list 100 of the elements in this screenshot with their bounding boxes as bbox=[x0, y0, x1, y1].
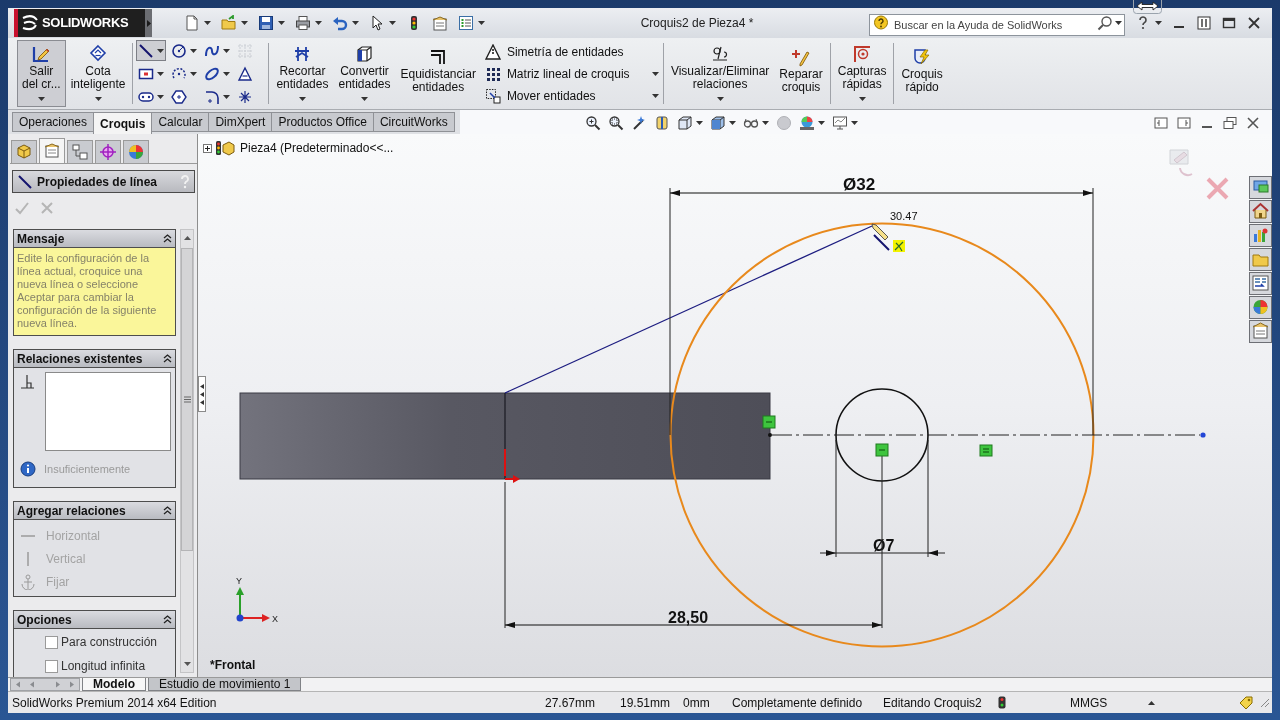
clipboard-icon[interactable] bbox=[1249, 320, 1272, 343]
zoom-area-icon[interactable] bbox=[608, 115, 624, 131]
caret-icon[interactable] bbox=[1115, 21, 1122, 25]
restore-icon[interactable] bbox=[1223, 116, 1237, 130]
caret-icon[interactable] bbox=[223, 94, 231, 99]
caret-icon[interactable] bbox=[651, 93, 659, 98]
caret-icon[interactable] bbox=[818, 121, 825, 125]
caret-icon[interactable] bbox=[94, 97, 102, 101]
caret-icon[interactable] bbox=[762, 121, 769, 125]
caret-icon[interactable] bbox=[696, 121, 703, 125]
ribbon-button[interactable]: Matriz lineal de croquis bbox=[480, 62, 661, 85]
save-icon[interactable] bbox=[258, 15, 274, 31]
tab[interactable]: Productos Office bbox=[271, 112, 374, 132]
folder-icon[interactable] bbox=[1249, 248, 1272, 271]
tile-icon[interactable] bbox=[1196, 15, 1212, 31]
caret-up-icon[interactable] bbox=[1148, 700, 1155, 705]
ribbon-button[interactable]: Capturas rápidas bbox=[832, 40, 892, 107]
chart-icon[interactable] bbox=[1249, 224, 1272, 247]
caret-icon[interactable] bbox=[298, 97, 306, 101]
chevron-up-icon[interactable] bbox=[163, 615, 172, 624]
pointer-icon[interactable] bbox=[369, 15, 385, 31]
caret-icon[interactable] bbox=[190, 48, 198, 53]
collapse-handle[interactable] bbox=[198, 376, 206, 412]
ribbon-button[interactable]: Mover entidades bbox=[480, 84, 661, 107]
triangle-icon[interactable] bbox=[484, 43, 501, 60]
tab[interactable]: Modelo bbox=[82, 678, 146, 691]
document-list-icon[interactable] bbox=[432, 15, 448, 31]
caret-icon[interactable] bbox=[157, 71, 165, 76]
ribbon-button[interactable]: Equidistanciar entidades bbox=[395, 40, 481, 107]
caret-icon[interactable] bbox=[478, 21, 485, 25]
ribbon-button[interactable]: Convertir entidades bbox=[333, 40, 396, 107]
hexagon-icon[interactable] bbox=[171, 88, 188, 105]
caret-icon[interactable] bbox=[278, 21, 285, 25]
home-icon[interactable] bbox=[1249, 200, 1272, 223]
caret-icon[interactable] bbox=[716, 97, 724, 101]
tab[interactable]: Croquis bbox=[93, 112, 153, 134]
ribbon-button[interactable]: Reparar croquis bbox=[774, 40, 828, 107]
search-icon[interactable] bbox=[1097, 15, 1113, 31]
split-view-icon[interactable] bbox=[1177, 116, 1191, 130]
cylinder-icon[interactable] bbox=[654, 115, 670, 131]
lightning-icon[interactable] bbox=[912, 47, 933, 67]
split-view-icon[interactable] bbox=[1154, 116, 1168, 130]
checkbox[interactable] bbox=[45, 659, 58, 673]
caret-icon[interactable] bbox=[352, 21, 359, 25]
cube-icon[interactable] bbox=[677, 115, 693, 131]
document-icon[interactable] bbox=[184, 15, 200, 31]
relations-list[interactable] bbox=[45, 372, 171, 451]
close-icon[interactable] bbox=[1246, 15, 1262, 31]
tree-item[interactable]: Pieza4 (Predeterminado<<... bbox=[240, 139, 394, 157]
chevron-up-icon[interactable] bbox=[163, 234, 172, 243]
group-header[interactable]: Agregar relaciones bbox=[14, 502, 175, 520]
caret-icon[interactable] bbox=[241, 21, 248, 25]
caret-icon[interactable] bbox=[1155, 21, 1162, 25]
caret-icon[interactable] bbox=[389, 21, 396, 25]
caret-icon[interactable] bbox=[360, 97, 368, 101]
target-icon[interactable] bbox=[852, 44, 873, 64]
tab[interactable]: DimXpert bbox=[208, 112, 273, 132]
tab[interactable]: Operaciones bbox=[12, 112, 95, 132]
ribbon-button[interactable]: Visualizar/Eliminar relaciones bbox=[665, 40, 775, 107]
caret-icon[interactable] bbox=[315, 21, 322, 25]
printer-icon[interactable] bbox=[295, 15, 311, 31]
checkbox[interactable] bbox=[45, 635, 58, 649]
caret-icon[interactable] bbox=[37, 97, 45, 101]
ribbon-button[interactable]: Salir del cr... bbox=[17, 40, 66, 107]
line-icon[interactable] bbox=[138, 42, 155, 59]
caret-icon[interactable] bbox=[190, 71, 198, 76]
checklist-icon[interactable] bbox=[458, 15, 474, 31]
group-header[interactable]: Relaciones existentes bbox=[14, 350, 175, 368]
sphere-icon[interactable] bbox=[799, 115, 815, 131]
caret-icon[interactable] bbox=[204, 21, 211, 25]
undo-icon[interactable] bbox=[332, 15, 348, 31]
asterisk-icon[interactable] bbox=[237, 88, 254, 105]
scrollbar-thumb[interactable] bbox=[181, 248, 193, 551]
search-field[interactable]: Buscar en la Ayuda de SolidWorks bbox=[869, 14, 1125, 36]
chevron-up-icon[interactable] bbox=[163, 506, 172, 515]
group-header[interactable]: Opciones bbox=[14, 611, 175, 629]
ribbon-button[interactable]: Simetría de entidades bbox=[480, 40, 661, 63]
scrollbar[interactable] bbox=[180, 229, 194, 673]
caret-icon[interactable] bbox=[851, 121, 858, 125]
cube-icon[interactable] bbox=[354, 44, 375, 64]
caret-icon[interactable] bbox=[223, 71, 231, 76]
zoom-icon[interactable] bbox=[585, 115, 601, 131]
fillet-icon[interactable] bbox=[204, 88, 221, 105]
color-wheel-icon[interactable] bbox=[1249, 296, 1272, 319]
monitor-icon[interactable] bbox=[1249, 176, 1272, 199]
caret-icon[interactable] bbox=[157, 48, 165, 53]
group-header[interactable]: Mensaje bbox=[14, 230, 175, 248]
chevron-up-icon[interactable] bbox=[163, 354, 172, 363]
close-icon[interactable] bbox=[1246, 116, 1260, 130]
dot-grid-icon[interactable] bbox=[484, 65, 501, 82]
plus-box-icon[interactable] bbox=[203, 143, 212, 153]
tab[interactable]: Calcular bbox=[151, 112, 210, 132]
caret-icon[interactable] bbox=[157, 94, 165, 99]
tab[interactable]: Estudio de movimiento 1 bbox=[148, 678, 302, 691]
ellipse-icon[interactable] bbox=[204, 65, 221, 82]
circle-icon[interactable] bbox=[171, 42, 188, 59]
sketch-tool-button[interactable] bbox=[136, 40, 167, 61]
diamond-icon[interactable] bbox=[88, 44, 109, 64]
ribbon-button[interactable]: Croquis rápido bbox=[896, 40, 948, 107]
check-icon[interactable] bbox=[14, 200, 30, 216]
